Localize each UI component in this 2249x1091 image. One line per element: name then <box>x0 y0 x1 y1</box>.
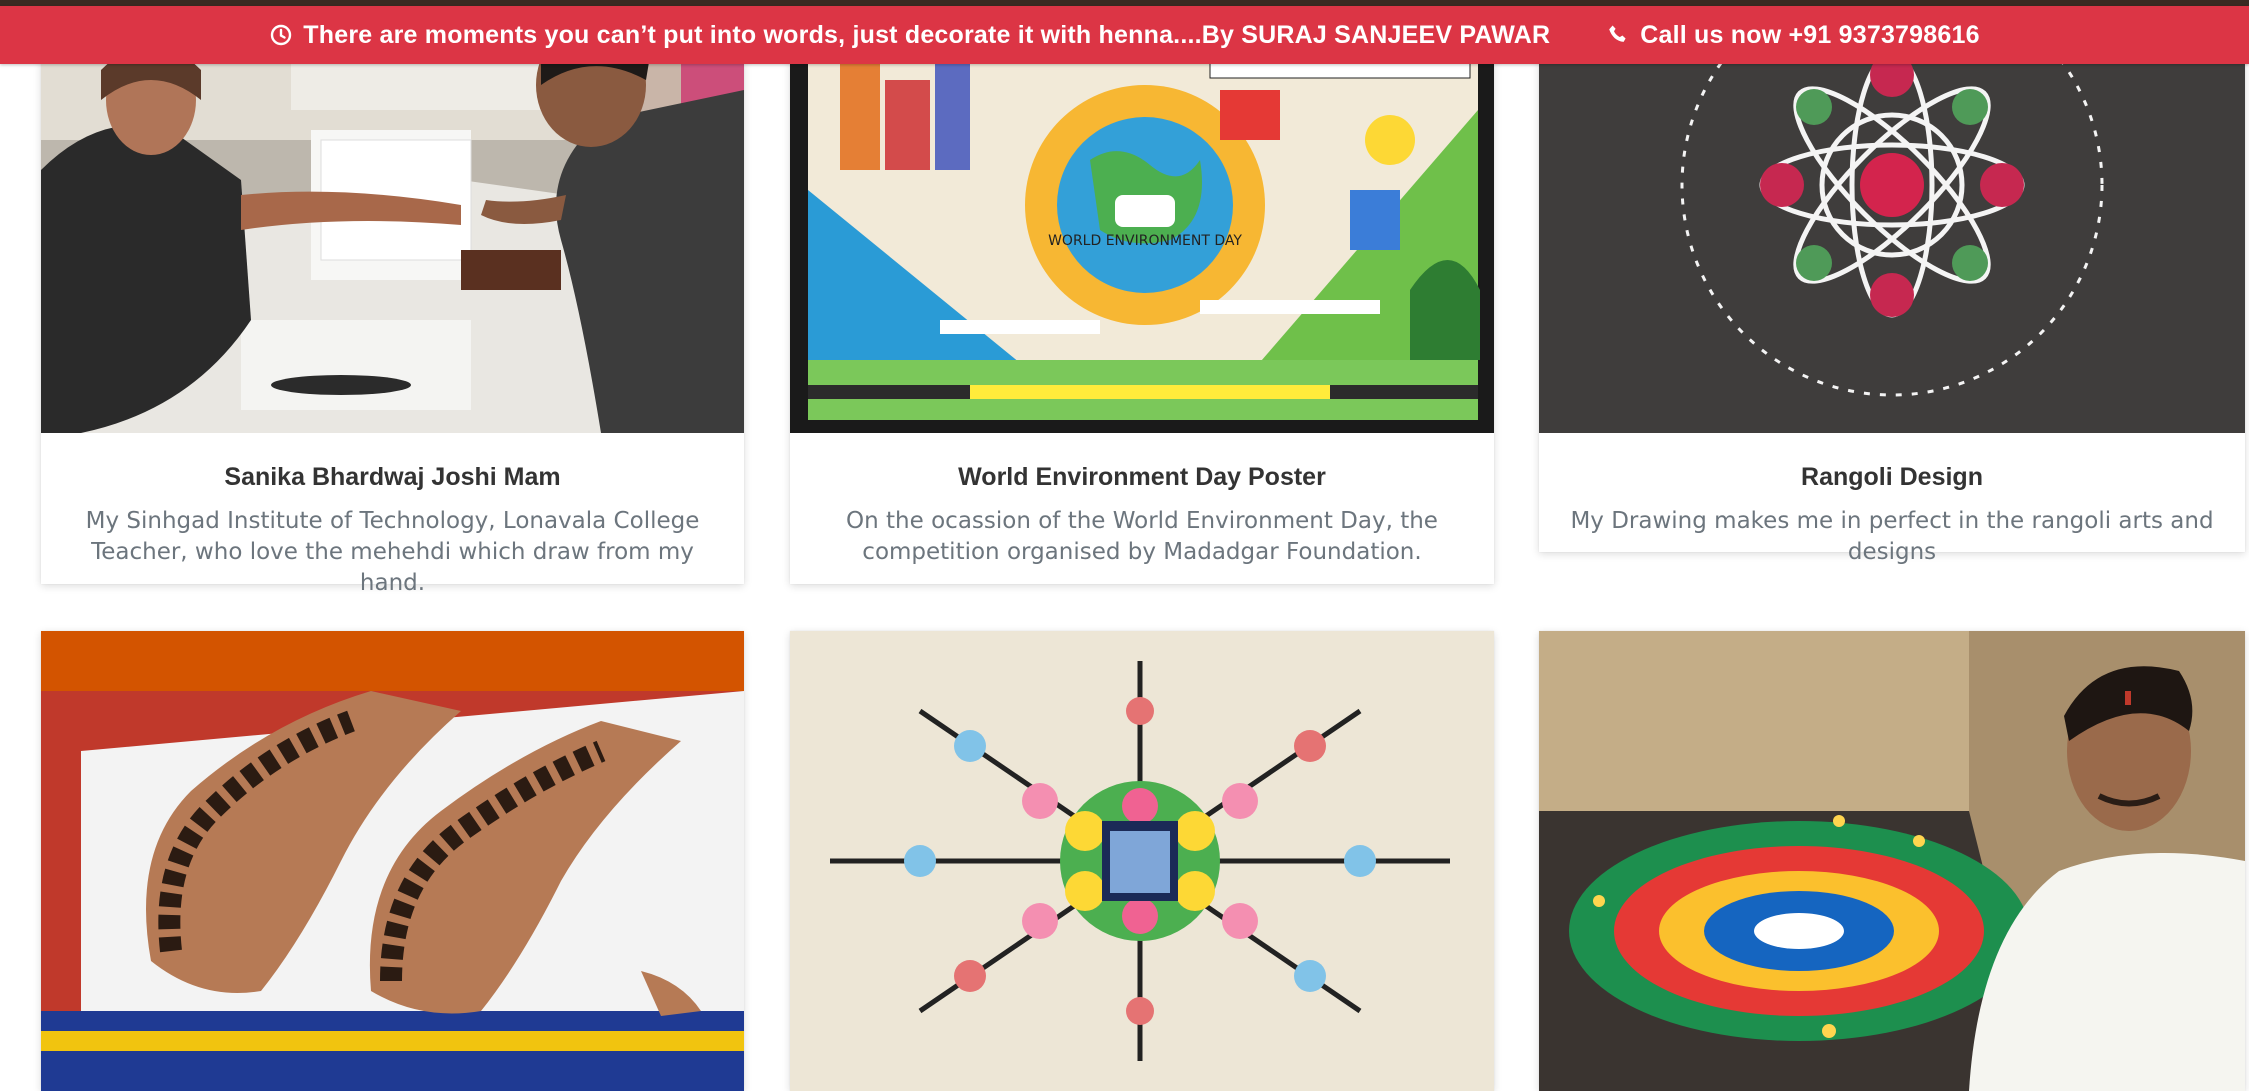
gallery-card[interactable]: Rangoli Design My Drawing makes me in pe… <box>1539 0 2245 565</box>
gallery-card[interactable]: WORLD ENVIRONMENT DAY World Environment … <box>790 0 1494 584</box>
card-caption: World Environment Day Poster On the ocas… <box>790 463 1494 568</box>
announcement-bar: There are moments you can’t put into wor… <box>0 6 2249 64</box>
gallery-image[interactable] <box>41 0 744 433</box>
phone-text[interactable]: Call us now +91 9373798616 <box>1640 21 1979 50</box>
card-title: World Environment Day Poster <box>958 463 1326 491</box>
phone-link[interactable]: Call us now +91 9373798616 <box>1606 21 1979 50</box>
phone-icon <box>1606 23 1630 47</box>
svg-text:WORLD ENVIRONMENT DAY: WORLD ENVIRONMENT DAY <box>1048 233 1242 249</box>
gallery-image[interactable]: WORLD ENVIRONMENT DAY <box>790 0 1494 433</box>
card-title: Sanika Bhardwaj Joshi Mam <box>224 463 561 491</box>
tagline-text: There are moments you can’t put into wor… <box>303 20 1551 49</box>
gallery-image[interactable] <box>1539 631 2245 1091</box>
gallery-card[interactable]: Sanika Bhardwaj Joshi Mam My Sinhgad Ins… <box>41 0 744 596</box>
gallery-image[interactable] <box>790 631 1494 1091</box>
card-caption: Rangoli Design My Drawing makes me in pe… <box>1539 463 2245 568</box>
gallery-image[interactable] <box>41 631 744 1091</box>
card-description: My Drawing makes me in perfect in the ra… <box>1570 508 2214 565</box>
gallery-card[interactable] <box>790 631 1494 1091</box>
gallery-card[interactable] <box>41 631 744 1091</box>
card-description: My Sinhgad Institute of Technology, Lona… <box>85 508 700 596</box>
card-caption: Sanika Bhardwaj Joshi Mam My Sinhgad Ins… <box>41 463 744 599</box>
tagline: There are moments you can’t put into wor… <box>269 21 1550 50</box>
card-title: Rangoli Design <box>1801 463 1983 491</box>
clock-icon <box>269 23 293 47</box>
card-description: On the ocassion of the World Environment… <box>846 508 1438 565</box>
gallery-card[interactable] <box>1539 631 2245 1091</box>
gallery-image[interactable] <box>1539 0 2245 433</box>
